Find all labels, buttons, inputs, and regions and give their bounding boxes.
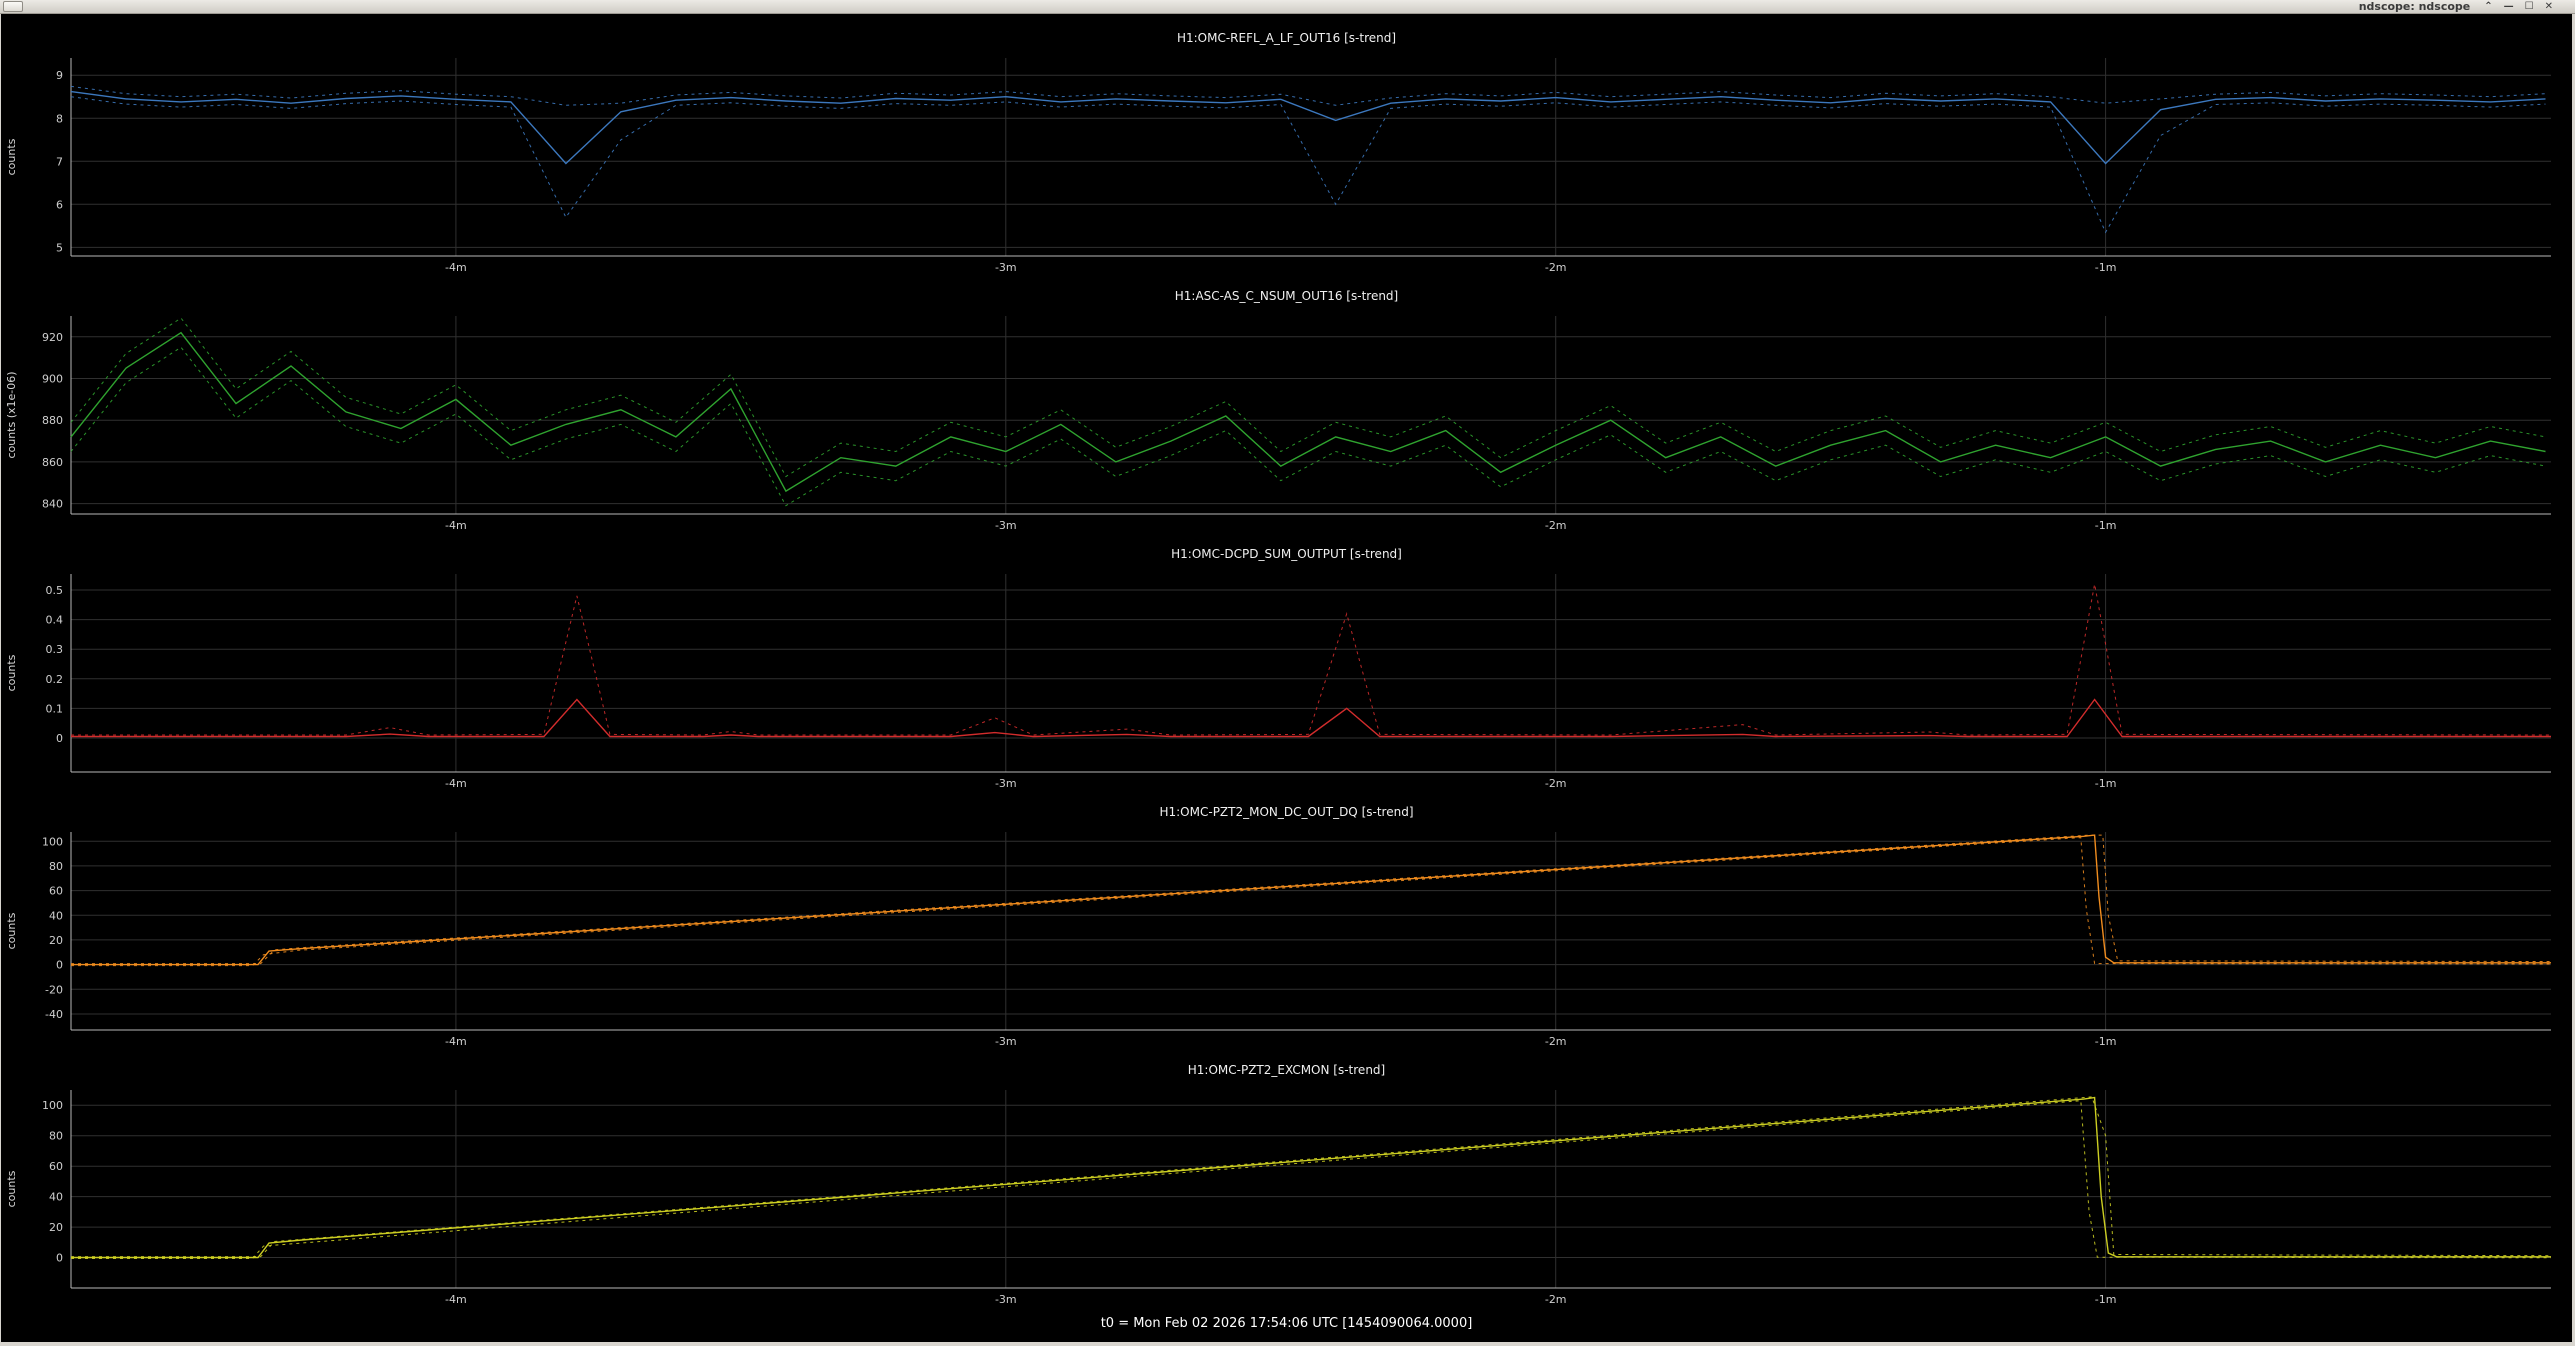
svg-text:-2m: -2m: [1545, 1293, 1567, 1304]
t0-timestamp: t0 = Mon Feb 02 2026 17:54:06 UTC [14540…: [1101, 1316, 1473, 1331]
maximize-button[interactable]: ☐: [2525, 0, 2534, 13]
svg-text:-2m: -2m: [1545, 777, 1567, 788]
window-menu-button[interactable]: [3, 1, 23, 12]
svg-text:-20: -20: [45, 983, 63, 996]
svg-text:860: 860: [42, 456, 63, 469]
svg-text:6: 6: [56, 198, 63, 211]
svg-text:9: 9: [56, 69, 63, 82]
y-axis-label: counts: [5, 1170, 18, 1207]
statusbar: t0 = Mon Feb 02 2026 17:54:06 UTC [14540…: [1, 1304, 2572, 1342]
svg-text:-3m: -3m: [995, 777, 1017, 788]
svg-text:80: 80: [49, 860, 63, 873]
svg-text:840: 840: [42, 498, 63, 511]
svg-text:20: 20: [49, 1221, 63, 1234]
svg-text:60: 60: [49, 885, 63, 898]
plot-row-pzt2-excmon: counts 020406080100-4m-3m-2m-1m H1:OMC-P…: [1, 1046, 2575, 1304]
screen: { "window": { "title": "ndscope: ndscope…: [0, 0, 2575, 1346]
ndscope-main-area: counts 56789-4m-3m-2m-1m H1:OMC-REFL_A_L…: [0, 14, 2575, 1346]
svg-text:80: 80: [49, 1130, 63, 1143]
svg-text:-3m: -3m: [995, 1035, 1017, 1046]
svg-text:40: 40: [49, 909, 63, 922]
y-axis-label: counts: [5, 138, 18, 175]
plot-canvas-asc-as[interactable]: counts (x1e-06) 840 860 880 900 920 -4m -3m -2m…: [1, 272, 2575, 530]
svg-text:0.1: 0.1: [46, 702, 64, 715]
svg-text:-4m: -4m: [445, 1293, 467, 1304]
svg-text:-4m: -4m: [445, 519, 467, 530]
window-controls: ⌃ — ☐ ✕: [2484, 0, 2553, 13]
svg-text:0: 0: [56, 959, 63, 972]
minimize-button[interactable]: —: [2504, 0, 2514, 13]
shade-button[interactable]: ⌃: [2484, 0, 2492, 13]
svg-text:920: 920: [42, 331, 63, 344]
svg-text:0.2: 0.2: [46, 673, 64, 686]
y-axis-label: counts: [5, 912, 18, 949]
svg-text:20: 20: [49, 934, 63, 947]
svg-text:8: 8: [56, 112, 63, 125]
svg-text:-4m: -4m: [445, 1035, 467, 1046]
close-button[interactable]: ✕: [2545, 0, 2553, 13]
plot-canvas-omc-dcpd[interactable]: counts 0 0.1 0.2 0.3 0.4 0.5 -4m -3m -2m -1m: [1, 530, 2575, 788]
plot-row-pzt2-mon: counts -40-20020406080100-4m-3m-2m-1m H1…: [1, 788, 2575, 1046]
svg-text:-3m: -3m: [995, 1293, 1017, 1304]
plot-row-asc-as: counts (x1e-06) 840 860 880 900 920 -4m -3m -2m…: [1, 272, 2575, 530]
plot-canvas-pzt2-excmon[interactable]: counts 0 20 40 60 80 100 -4m -3m -2m -1m: [1, 1046, 2575, 1304]
window-title: ndscope: ndscope: [2359, 0, 2471, 14]
svg-text:7: 7: [56, 155, 63, 168]
plot-row-omc-dcpd: counts 00.10.20.30.40.5-4m-3m-2m-1m H1:O…: [1, 530, 2575, 788]
svg-text:-1m: -1m: [2095, 261, 2117, 272]
svg-text:5: 5: [56, 241, 63, 254]
svg-text:0: 0: [56, 732, 63, 745]
svg-text:-3m: -3m: [995, 519, 1017, 530]
svg-text:-4m: -4m: [445, 261, 467, 272]
svg-text:40: 40: [49, 1191, 63, 1204]
svg-text:0.3: 0.3: [46, 643, 64, 656]
svg-text:-40: -40: [45, 1008, 63, 1021]
svg-text:60: 60: [49, 1160, 63, 1173]
svg-text:-2m: -2m: [1545, 261, 1567, 272]
svg-text:0: 0: [56, 1252, 63, 1265]
svg-text:0.5: 0.5: [46, 584, 64, 597]
window-titlebar[interactable]: ndscope: ndscope ⌃ — ☐ ✕: [0, 0, 2575, 14]
svg-text:-1m: -1m: [2095, 1293, 2117, 1304]
svg-text:-4m: -4m: [445, 777, 467, 788]
plot-canvas-pzt2-mon[interactable]: counts -40 -20 0 20 40 60 80 100 -4m -3m -2m -1m: [1, 788, 2575, 1046]
svg-text:0.4: 0.4: [46, 614, 64, 627]
svg-text:-2m: -2m: [1545, 1035, 1567, 1046]
svg-text:-1m: -1m: [2095, 777, 2117, 788]
svg-text:100: 100: [42, 835, 63, 848]
svg-text:880: 880: [42, 414, 63, 427]
svg-text:900: 900: [42, 373, 63, 386]
plot-row-omc-refl: counts 56789-4m-3m-2m-1m H1:OMC-REFL_A_L…: [1, 14, 2575, 272]
svg-text:100: 100: [42, 1099, 63, 1112]
svg-text:-3m: -3m: [995, 261, 1017, 272]
y-axis-label: counts (x1e-06): [5, 371, 18, 458]
y-axis-label: counts: [5, 654, 18, 691]
svg-text:-1m: -1m: [2095, 1035, 2117, 1046]
svg-text:-2m: -2m: [1545, 519, 1567, 530]
svg-text:-1m: -1m: [2095, 519, 2117, 530]
plot-canvas-omc-refl[interactable]: counts 5 6 7 8 9 -4m -3m -2m -1m: [1, 14, 2575, 272]
